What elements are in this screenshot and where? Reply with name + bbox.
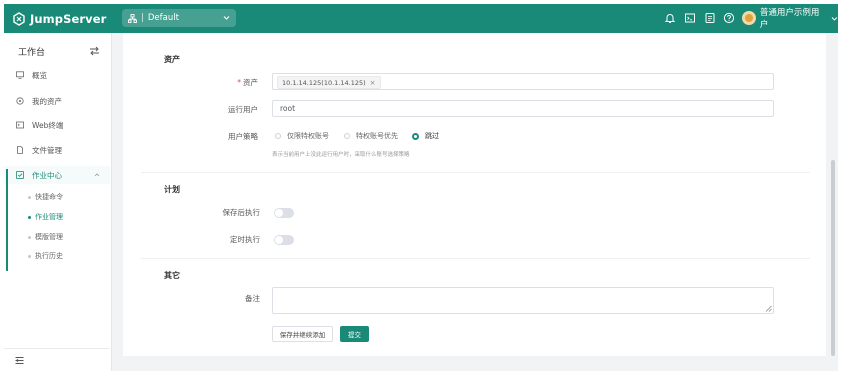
sidebar-subitem-label: 作业管理 [35,213,63,221]
asset-label-text: 资产 [243,78,258,87]
asset-select[interactable]: 10.1.14.125(10.1.14.125) × [272,73,774,90]
section-title-other: 其它 [164,271,180,280]
radio-label: 特权账号优先 [356,132,398,140]
bullet-icon [28,235,31,239]
app-name: JumpServer [30,11,107,26]
scheduled-label: 定时执行 [230,235,260,244]
sidebar-subitem-job-management[interactable]: 作业管理 [4,209,110,225]
bell-icon[interactable] [664,12,676,24]
scheduled-toggle[interactable] [274,235,294,245]
terminal-icon [16,121,24,129]
asset-tag-text: 10.1.14.125(10.1.14.125) [282,78,366,87]
asset-tag: 10.1.14.125(10.1.14.125) × [277,76,381,89]
runas-label: 运行用户 [228,105,258,114]
sidebar-item-job-center[interactable]: 作业中心 [4,166,110,184]
required-mark: * [237,78,241,87]
sidebar-subitem-execution-history[interactable]: 执行历史 [4,248,110,264]
logo[interactable]: JumpServer [12,10,106,27]
save-and-continue-button[interactable]: 保存并继续添加 [272,326,333,342]
scrollbar-thumb[interactable] [831,160,835,356]
help-icon[interactable] [723,12,735,24]
run-after-save-label: 保存后执行 [222,208,261,217]
radio-circle [344,133,350,139]
switch-view-icon[interactable] [89,46,100,56]
sidebar-divider [4,348,110,349]
app-window: JumpServer | Default 普通用户示例用户 工作台 概览 我的资… [4,4,838,371]
radio-label: 仅限特权账号 [287,132,329,140]
runas-input[interactable]: root [272,100,774,117]
avatar [742,11,756,25]
policy-hint: 表示当前用户上没此运行用户时，采取什么账号选择策略 [272,152,410,158]
ticket-icon[interactable] [704,12,716,24]
bullet-icon [28,254,31,258]
sidebar-item-file-manager[interactable]: 文件管理 [4,141,110,159]
sidebar-item-label: Web终端 [32,120,64,130]
sidebar-item-label: 文件管理 [32,145,62,155]
bullet-icon [28,195,31,199]
active-indicator [6,169,8,271]
sidebar-subitem-quick-command[interactable]: 快捷命令 [4,189,110,205]
chevron-down-icon [831,16,838,21]
organization-icon [128,13,137,23]
user-menu[interactable]: 普通用户示例用户 [742,8,838,30]
radio-circle [275,133,281,139]
terminal-icon[interactable] [684,12,696,24]
sidebar-item-my-assets[interactable]: 我的资产 [4,92,110,110]
tag-remove-icon[interactable]: × [370,79,376,87]
submit-button[interactable]: 提交 [340,326,369,342]
sidebar-item-label: 作业中心 [32,170,62,180]
policy-label: 用户策略 [228,132,258,141]
asset-label: * 资产 [178,77,258,88]
sidebar-subitem-label: 快捷命令 [35,193,63,201]
jumpserver-logo-icon [13,11,25,26]
sidebar-item-label: 我的资产 [32,96,62,106]
comment-label: 备注 [245,294,260,303]
section-title-plan: 计划 [164,185,180,194]
sidebar-subitem-template-management[interactable]: 模版管理 [4,229,110,245]
job-center-icon [16,171,24,179]
sidebar-subitem-label: 模版管理 [35,233,63,241]
comment-textarea[interactable] [272,287,774,314]
sidebar-item-overview[interactable]: 概览 [4,66,110,84]
runas-value: root [280,104,296,113]
radio-privileged-only[interactable]: 仅限特权账号 [275,131,329,141]
section-title-assets: 资产 [164,55,180,64]
bullet-icon [28,215,31,219]
chevron-up-icon [94,173,100,177]
job-form: 资产 * 资产 10.1.14.125(10.1.14.125) × 运行用户 r… [123,33,826,356]
sidebar-item-label: 概览 [32,70,47,80]
section-divider [141,258,810,259]
radio-privileged-first[interactable]: 特权账号优先 [344,131,398,141]
org-name: Default [147,13,179,23]
asset-icon [16,97,24,105]
radio-circle [412,132,419,140]
run-after-save-toggle[interactable] [274,208,294,218]
sidebar-subitem-label: 执行历史 [35,252,63,260]
sidebar-title: 工作台 [18,48,46,58]
org-separator: | [141,13,144,23]
collapse-sidebar-icon[interactable] [15,356,24,365]
chevron-down-icon [223,16,230,20]
monitor-icon [16,71,24,79]
file-icon [17,146,23,154]
sidebar-item-web-terminal[interactable]: Web终端 [4,116,110,134]
radio-skip[interactable]: 跳过 [412,131,439,141]
radio-label: 跳过 [425,132,439,140]
org-selector[interactable]: | Default [122,9,236,27]
resize-handle-icon[interactable] [764,304,772,312]
username: 普通用户示例用户 [759,8,820,30]
top-bar: JumpServer | Default 普通用户示例用户 [4,4,838,33]
section-divider [141,172,810,173]
sidebar: 工作台 概览 我的资产 Web终端 文件管理 作业中心 快捷命令 作业管理 模版… [4,33,112,371]
